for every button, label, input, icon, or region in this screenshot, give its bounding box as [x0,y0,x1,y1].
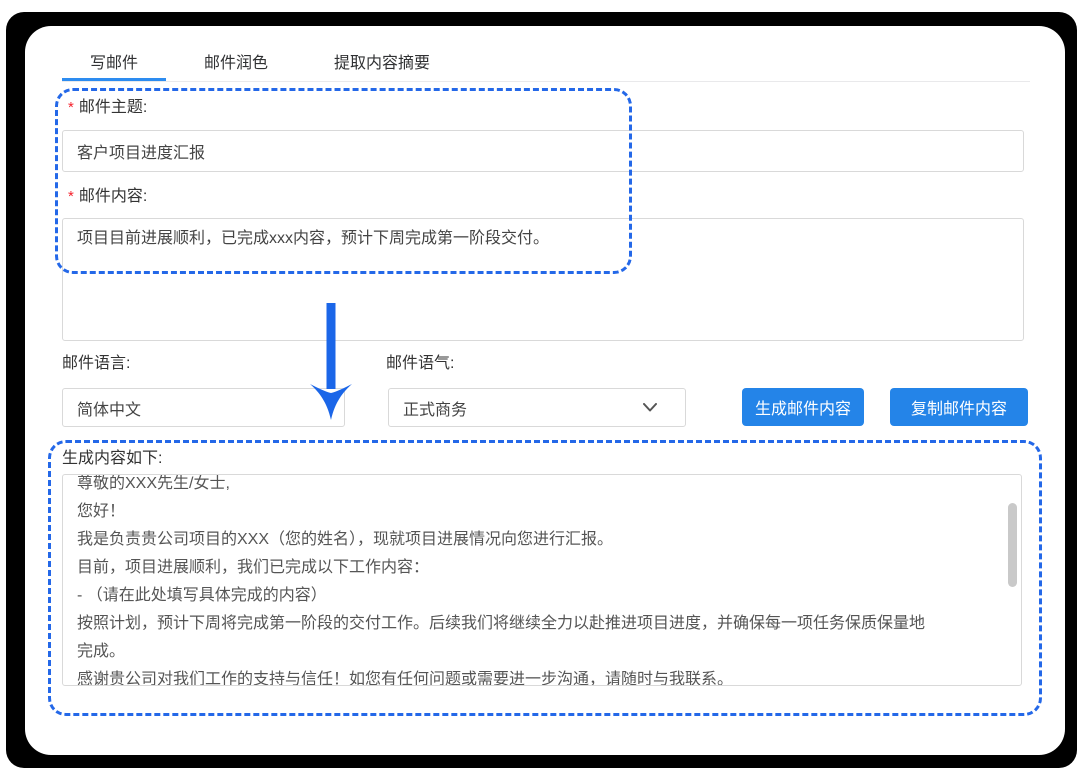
language-input[interactable] [62,388,345,427]
output-scrollbar-thumb[interactable] [1008,503,1017,587]
tab-extract-summary[interactable]: 提取内容摘要 [306,48,458,81]
tab-write-email[interactable]: 写邮件 [62,48,166,81]
chevron-down-icon [643,403,657,412]
generated-line: - （请在此处填写具体完成的内容） [77,582,933,610]
tab-bar: 写邮件 邮件润色 提取内容摘要 [62,48,1030,82]
content-textarea[interactable] [62,218,1024,341]
tab-polish-email[interactable]: 邮件润色 [176,48,296,81]
generated-line: 我是负责贵公司项目的XXX（您的姓名），现就项目进展情况向您进行汇报。 [77,526,933,554]
copy-email-button[interactable]: 复制邮件内容 [890,388,1028,426]
generated-line: 感谢贵公司对我们工作的支持与信任！如您有任何问题或需要进一步沟通，请随时与我联系… [77,666,933,686]
generated-content-text: 尊敬的XXX先生/女士, 您好！ 我是负责贵公司项目的XXX（您的姓名），现就项… [63,474,1021,686]
generated-line: 您好！ [77,498,933,526]
content-label: *邮件内容: [68,186,147,208]
language-label: 邮件语言: [62,353,130,375]
generated-line: 目前，项目进展顺利，我们已完成以下工作内容： [77,554,933,582]
subject-label: *邮件主题: [68,97,147,119]
generated-line: 按照计划，预计下周将完成第一阶段的交付工作。后续我们将继续全力以赴推进项目进度，… [77,610,933,666]
generated-content-textarea[interactable]: 尊敬的XXX先生/女士, 您好！ 我是负责贵公司项目的XXX（您的姓名），现就项… [62,474,1022,686]
generated-line: 尊敬的XXX先生/女士, [77,474,933,498]
tone-select[interactable]: 正式商务 [388,388,686,427]
subject-input[interactable] [62,130,1024,172]
generated-content-label: 生成内容如下: [62,448,162,470]
tone-select-value: 正式商务 [403,396,467,420]
required-marker: * [68,188,74,205]
tone-label: 邮件语气: [386,353,454,375]
required-marker: * [68,99,74,116]
email-tool-panel: 写邮件 邮件润色 提取内容摘要 *邮件主题: *邮件内容: 邮件语言: 邮件语气… [25,26,1065,755]
generate-email-button[interactable]: 生成邮件内容 [742,388,864,426]
